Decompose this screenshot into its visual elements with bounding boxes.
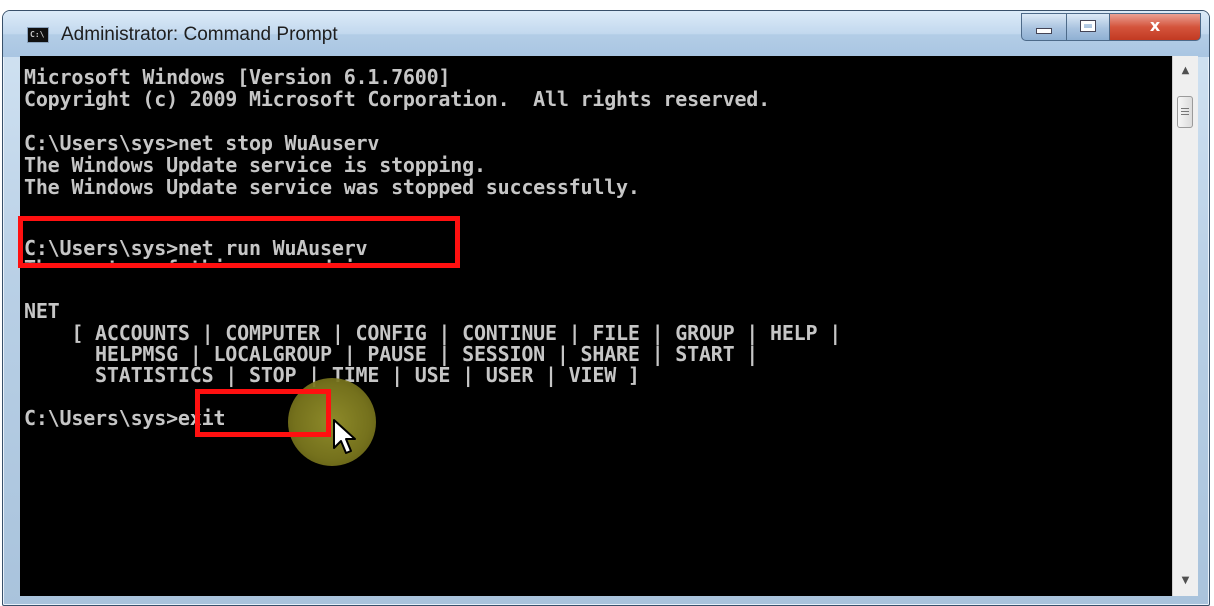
command-prompt-window: C:\ Administrator: Command Prompt x Micr… <box>2 10 1210 606</box>
highlight-box-exit <box>195 389 331 437</box>
minimize-button[interactable] <box>1021 13 1067 41</box>
console-line: Copyright (c) 2009 Microsoft Corporation… <box>24 87 770 111</box>
vertical-scrollbar[interactable]: ▲ ▼ <box>1172 56 1198 596</box>
console-line: Microsoft Windows [Version 6.1.7600] <box>24 65 451 89</box>
console-line: The Windows Update service is stopping. <box>24 153 486 177</box>
console-line: NET <box>24 299 60 323</box>
window-title: Administrator: Command Prompt <box>61 24 338 45</box>
maximize-icon <box>1080 20 1096 32</box>
close-icon: x <box>1149 16 1161 35</box>
scroll-down-arrow-icon[interactable]: ▼ <box>1173 570 1198 592</box>
cmd-app-icon[interactable]: C:\ <box>27 27 49 43</box>
console-line: The Windows Update service was stopped s… <box>24 175 640 199</box>
mouse-pointer-icon <box>333 419 356 454</box>
console-output[interactable]: Microsoft Windows [Version 6.1.7600] Cop… <box>20 56 1172 596</box>
scroll-up-arrow-icon[interactable]: ▲ <box>1173 60 1198 82</box>
console-line: C:\Users\sys>net stop WuAuserv <box>24 131 380 155</box>
minimize-icon <box>1036 28 1052 34</box>
maximize-button[interactable] <box>1066 13 1110 41</box>
title-bar[interactable]: C:\ Administrator: Command Prompt x <box>3 11 1209 57</box>
highlight-box-net-run <box>18 216 460 268</box>
close-button[interactable]: x <box>1109 13 1201 41</box>
scroll-thumb[interactable] <box>1177 96 1193 128</box>
